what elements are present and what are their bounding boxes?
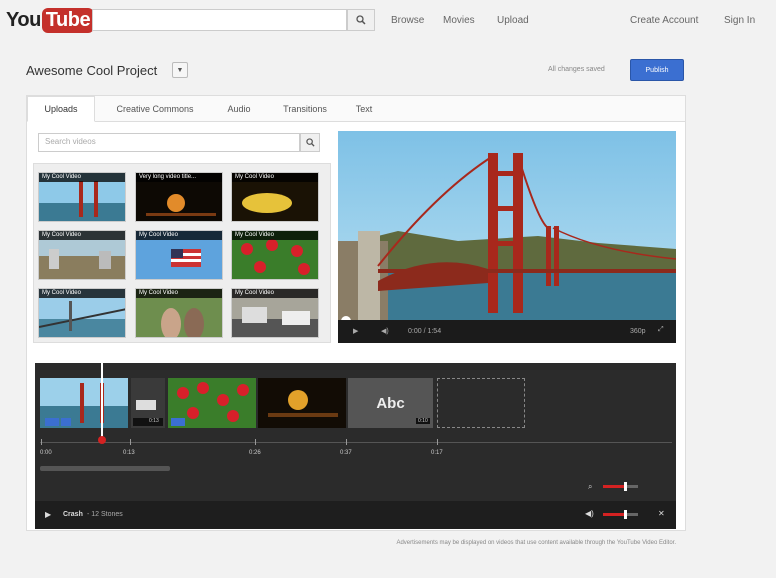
thumbnail-title: My Cool Video	[232, 231, 318, 240]
play-icon[interactable]: ▶	[353, 327, 358, 335]
audio-track-bar: ▶ Crash - 12 Stones ◀) ✕	[35, 501, 676, 529]
save-status: All changes saved	[548, 66, 605, 73]
video-search-button[interactable]	[300, 133, 320, 152]
video-player[interactable]	[338, 131, 676, 343]
thumbnail-title: My Cool Video	[39, 231, 125, 240]
thumbnail-title: Very long video title...	[136, 173, 222, 182]
audio-play-icon[interactable]: ▶	[45, 510, 51, 519]
timeline-clip-night[interactable]	[258, 378, 346, 428]
tab-label: Uploads	[44, 104, 78, 114]
timeline-clip-flowers[interactable]	[168, 378, 256, 428]
video-search-placeholder: Search videos	[45, 137, 96, 146]
volume-icon[interactable]: ◀)	[381, 327, 389, 335]
search-button[interactable]	[347, 9, 375, 31]
youtube-logo[interactable]: You Tube	[6, 7, 95, 33]
timeline-text-clip[interactable]: Abc 0:10	[348, 378, 433, 428]
publish-label: Publish	[645, 66, 669, 74]
search-icon	[305, 138, 315, 147]
video-thumbnail[interactable]: My Cool Video	[231, 288, 319, 338]
ruler-tick	[130, 439, 131, 445]
ruler-label: 0:00	[40, 450, 52, 456]
tab-transitions[interactable]: Transitions	[270, 96, 340, 122]
quality-button[interactable]: 360p	[630, 328, 646, 335]
timeline-scrollbar[interactable]	[40, 466, 170, 471]
video-thumbnail[interactable]: Very long video title...	[135, 172, 223, 222]
ruler-label: 0:37	[340, 450, 352, 456]
transition-duration: 0:13	[149, 418, 159, 424]
timeline-clip-bridge[interactable]	[40, 378, 128, 428]
logo-you: You	[6, 8, 41, 31]
video-thumbnail[interactable]: My Cool Video	[231, 230, 319, 280]
video-search-input[interactable]: Search videos	[38, 133, 300, 152]
audio-track-name: Crash	[63, 511, 83, 518]
text-clip-label: Abc	[376, 394, 405, 412]
ruler-label: 0:13	[123, 450, 135, 456]
video-thumbnail[interactable]: My Cool Video	[38, 230, 126, 280]
ruler-tick	[346, 439, 347, 445]
thumbnail-title: My Cool Video	[232, 173, 318, 182]
tab-audio[interactable]: Audio	[215, 96, 263, 122]
sign-in-link[interactable]: Sign In	[724, 15, 755, 26]
ruler-label: 0:26	[249, 450, 261, 456]
video-thumbnail[interactable]: My Cool Video	[135, 288, 223, 338]
timeline-drop-zone[interactable]	[437, 378, 525, 428]
thumbnail-title: My Cool Video	[39, 173, 125, 182]
timeline-transition[interactable]: 0:13	[131, 378, 165, 428]
search-input[interactable]	[92, 9, 347, 31]
golden-gate-bridge-preview	[338, 131, 676, 343]
tab-text[interactable]: Text	[344, 96, 384, 122]
video-thumbnail[interactable]: My Cool Video	[135, 230, 223, 280]
tab-label: Transitions	[283, 104, 327, 114]
audio-track-artist: - 12 Stones	[87, 511, 123, 518]
search-icon	[356, 15, 366, 25]
ruler-tick	[437, 439, 438, 445]
player-controls: ▶ ◀) 0:00 / 1:54 360p ⤢	[338, 320, 676, 343]
ruler-label: 0:17	[431, 450, 443, 456]
audio-volume-slider[interactable]	[603, 510, 638, 519]
player-time: 0:00 / 1:54	[408, 328, 442, 335]
publish-button[interactable]: Publish	[630, 59, 684, 81]
tab-creative-commons[interactable]: Creative Commons	[105, 96, 205, 122]
chevron-down-icon: ▼	[176, 66, 184, 74]
fullscreen-icon[interactable]: ⤢	[658, 326, 664, 334]
video-thumbnail[interactable]: My Cool Video	[231, 172, 319, 222]
thumbnail-title: My Cool Video	[136, 231, 222, 240]
nav-browse[interactable]: Browse	[391, 15, 424, 26]
volume-icon[interactable]: ◀)	[585, 509, 594, 518]
video-thumbnail[interactable]: My Cool Video	[38, 288, 126, 338]
video-thumbnail[interactable]: My Cool Video	[38, 172, 126, 222]
zoom-slider[interactable]	[603, 482, 638, 491]
tab-uploads[interactable]: Uploads	[27, 96, 95, 122]
ruler-tick	[41, 439, 42, 445]
timeline-ruler	[40, 442, 672, 443]
text-clip-duration: 0:10	[416, 418, 430, 424]
thumbnail-title: My Cool Video	[136, 289, 222, 298]
tab-label: Audio	[227, 104, 251, 114]
project-title[interactable]: Awesome Cool Project	[26, 63, 157, 78]
thumbnail-title: My Cool Video	[39, 289, 125, 298]
nav-movies[interactable]: Movies	[443, 15, 475, 26]
tab-label: Text	[355, 104, 373, 114]
create-account-link[interactable]: Create Account	[630, 15, 698, 26]
top-bar: You Tube Browse Movies Upload Create Acc…	[0, 0, 776, 44]
thumbnail-title: My Cool Video	[232, 289, 318, 298]
project-menu-button[interactable]: ▼	[172, 62, 188, 78]
zoom-icon: ⌕	[588, 482, 593, 491]
nav-upload[interactable]: Upload	[497, 15, 529, 26]
playhead-line[interactable]	[101, 363, 103, 443]
playhead-handle[interactable]	[98, 436, 106, 444]
tab-label: Creative Commons	[116, 104, 194, 114]
close-icon[interactable]: ✕	[658, 509, 665, 518]
ruler-tick	[255, 439, 256, 445]
ads-footnote: Advertisements may be displayed on video…	[396, 540, 676, 546]
logo-tube: Tube	[41, 7, 95, 33]
